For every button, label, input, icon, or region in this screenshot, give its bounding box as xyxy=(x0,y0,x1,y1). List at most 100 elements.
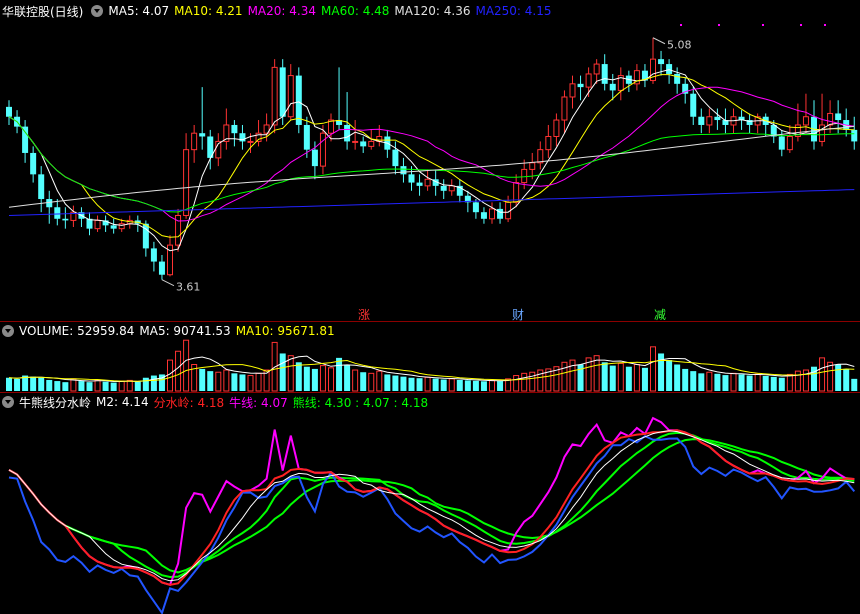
volume-bar xyxy=(456,379,463,391)
volume-bar xyxy=(175,350,182,392)
candle-body xyxy=(191,132,198,151)
candle-body xyxy=(609,83,616,91)
chevron-down-icon[interactable] xyxy=(91,5,104,17)
volume-bar xyxy=(110,382,117,391)
volume-bar xyxy=(416,378,423,391)
candle-body xyxy=(199,133,206,137)
candle-body xyxy=(706,116,713,126)
volume-bar xyxy=(601,362,608,391)
candle-body xyxy=(183,149,190,216)
volume-bar xyxy=(319,365,326,392)
stock-title[interactable]: 华联控股(日线) xyxy=(2,3,83,20)
volume-bar xyxy=(311,368,318,391)
volume-bar xyxy=(239,374,246,391)
volume-bar xyxy=(513,375,520,392)
event-marker-reduce[interactable]: 减 xyxy=(654,306,666,323)
candle-body xyxy=(424,178,431,187)
candle-body xyxy=(553,119,560,137)
candle-body xyxy=(344,124,351,142)
candle-body xyxy=(303,124,310,150)
candle-body xyxy=(786,135,793,151)
volume-bar xyxy=(682,368,689,391)
ma250-label: MA250: 4.15 xyxy=(475,4,552,18)
candle-body xyxy=(802,116,809,126)
indicator-panel-header: 牛熊线分水岭 M2: 4.14 分水岭: 4.18 牛线: 4.07 熊线: 4… xyxy=(0,393,433,411)
volume-bar xyxy=(303,366,310,391)
indicator-name: 牛熊线分水岭 xyxy=(19,395,92,410)
ma250-line xyxy=(8,189,855,216)
candle-body xyxy=(287,75,294,118)
volume-bar xyxy=(183,339,190,392)
volume-bar xyxy=(118,380,125,392)
volume-bar xyxy=(489,379,495,392)
volume-bar xyxy=(30,376,37,391)
bear-line-label: 熊线: 4.30 : 4.07 : 4.18 xyxy=(292,395,429,410)
volume-bar xyxy=(529,371,536,392)
candle-body xyxy=(295,75,302,125)
volume-bar xyxy=(46,379,53,391)
volume-bar xyxy=(770,376,777,391)
candle-body xyxy=(247,140,254,143)
candle-body xyxy=(38,174,45,200)
ma10-line xyxy=(8,74,855,238)
volume-bar xyxy=(255,372,262,392)
volume-bar xyxy=(352,369,359,392)
volume-bar xyxy=(698,373,705,391)
high-pointer xyxy=(652,37,666,45)
chevron-down-icon[interactable] xyxy=(2,396,14,408)
low-price-label: 3.61 xyxy=(176,281,201,294)
volume-bar xyxy=(650,346,656,392)
volume-bar xyxy=(714,373,721,391)
candle-body xyxy=(448,185,455,192)
volume-bar xyxy=(730,372,737,392)
candle-body xyxy=(569,83,576,98)
chart-canvas[interactable]: 5.08 3.61 xyxy=(0,0,860,614)
candle-body xyxy=(54,207,61,219)
volume-bar xyxy=(746,375,753,391)
candle-body xyxy=(408,174,415,183)
candle-body xyxy=(311,149,318,167)
candle-body xyxy=(6,106,12,117)
chevron-down-icon[interactable] xyxy=(2,325,14,337)
volume-bar xyxy=(400,376,407,391)
candle-body xyxy=(480,212,487,219)
candle-body xyxy=(472,202,479,213)
watershed-label: 分水岭: 4.18 xyxy=(153,395,225,410)
signal-dot xyxy=(800,24,802,26)
volume-bar xyxy=(432,378,439,391)
candle-body xyxy=(577,83,584,88)
volume-bar xyxy=(54,381,61,391)
volume-panel-header: VOLUME: 52959.84 MA5: 90741.53 MA10: 956… xyxy=(0,322,340,340)
candle-body xyxy=(489,208,495,220)
volume-bar xyxy=(376,370,383,392)
volume-bar xyxy=(674,364,681,391)
volume-bar xyxy=(78,381,85,391)
volume-bar xyxy=(851,378,858,391)
candle-body xyxy=(601,64,608,84)
candle-body xyxy=(22,126,29,153)
candle-body xyxy=(666,64,673,74)
volume-bar xyxy=(134,381,141,391)
indicator-lines xyxy=(8,416,856,614)
candle-body xyxy=(714,116,721,121)
volume-bar xyxy=(223,369,230,392)
volume-bar xyxy=(287,355,294,392)
volume-bar xyxy=(360,372,367,391)
volume-bar xyxy=(835,364,842,391)
candle-body xyxy=(698,116,705,125)
candle-body xyxy=(392,149,399,167)
high-price-label: 5.08 xyxy=(667,39,692,52)
candle-body xyxy=(94,219,101,230)
volume-bar xyxy=(811,366,817,391)
volume-bar xyxy=(497,381,504,391)
bear-line xyxy=(8,431,855,579)
ma120-label: MA120: 4.36 xyxy=(394,4,471,18)
volume-bar xyxy=(625,366,632,391)
volume-bar xyxy=(472,380,479,391)
volume-bar xyxy=(666,360,673,391)
candle-body xyxy=(851,129,858,142)
candle-body xyxy=(585,73,592,88)
candle-body xyxy=(497,208,504,219)
event-marker-finance[interactable]: 财 xyxy=(512,306,524,323)
event-marker-rise[interactable]: 涨 xyxy=(358,306,370,323)
